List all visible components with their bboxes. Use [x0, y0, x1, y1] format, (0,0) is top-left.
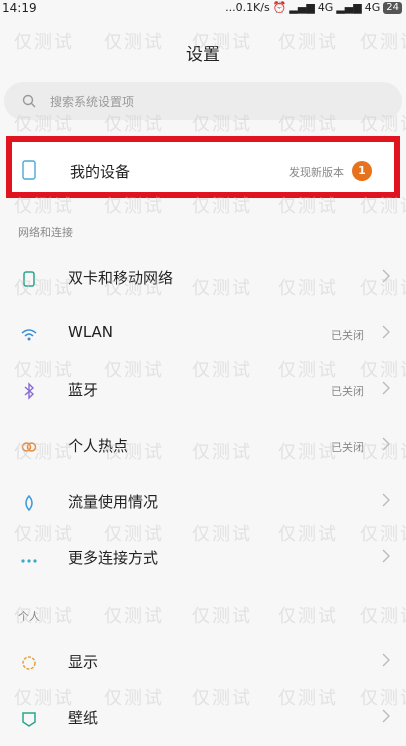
list-item-label: WLAN [68, 323, 114, 341]
list-item-hotspot[interactable]: 个人热点 已关闭 [0, 418, 406, 474]
signal-icon-2: ▂▄▆ [336, 1, 362, 14]
chevron-right-icon [382, 549, 390, 563]
signal-2-label: 4G [364, 1, 381, 14]
watermark-text: 仅测试 [192, 606, 252, 627]
hotspot-icon [21, 442, 37, 452]
chevron-right-icon [382, 653, 390, 667]
watermark-text: 仅测试 [360, 606, 406, 627]
update-badge: 1 [352, 161, 372, 181]
chevron-right-icon [382, 493, 390, 507]
wallpaper-icon [22, 712, 36, 727]
chevron-right-icon [382, 437, 390, 451]
signal-icon: ▂▄▆ [289, 1, 315, 14]
list-item-wlan[interactable]: WLAN 已关闭 [0, 306, 406, 362]
list-item-dual-sim[interactable]: 双卡和移动网络 [0, 250, 406, 306]
list-item-label: 更多连接方式 [68, 549, 159, 567]
page-title: 设置 [186, 45, 220, 65]
more-connections-icon [21, 559, 37, 563]
list-item-bluetooth[interactable]: 蓝牙 已关闭 [0, 362, 406, 418]
chevron-right-icon [382, 709, 390, 723]
chevron-right-icon [382, 381, 390, 395]
list-item-more-connections[interactable]: 更多连接方式 [0, 530, 406, 586]
list-item-value: 已关闭 [331, 385, 364, 398]
list-item-value: 已关闭 [331, 329, 364, 342]
status-time: 14:19 [2, 1, 37, 15]
bluetooth-icon [24, 382, 35, 400]
my-device-item[interactable]: 我的设备 发现新版本 1 [6, 136, 400, 198]
search-placeholder: 搜索系统设置项 [50, 94, 135, 109]
data-usage-icon [25, 494, 33, 512]
section-header-network: 网络和连接 [18, 226, 73, 239]
list-item-label: 蓝牙 [68, 381, 99, 399]
list-item-label: 个人热点 [68, 437, 129, 455]
signal-1-label: 4G [317, 1, 334, 14]
search-bar[interactable]: 搜索系统设置项 [4, 82, 402, 120]
list-item-label: 流量使用情况 [68, 493, 159, 511]
network-speed: ...0.1K/s [225, 1, 270, 14]
watermark-text: 仅测试 [104, 606, 164, 627]
section-header-personal: 个人 [18, 610, 40, 623]
chevron-right-icon [382, 325, 390, 339]
list-item-wallpaper[interactable]: 壁纸 [0, 690, 406, 746]
chevron-right-icon [382, 269, 390, 283]
watermark-text: 仅测试 [278, 606, 338, 627]
list-item-label: 显示 [68, 653, 99, 671]
alarm-icon: ⏰ [272, 1, 287, 14]
wifi-icon [21, 329, 37, 341]
search-icon [22, 94, 36, 108]
list-item-value: 已关闭 [331, 441, 364, 454]
new-version-status: 发现新版本 [289, 166, 344, 179]
status-indicators: ...0.1K/s ⏰ ▂▄▆ 4G ▂▄▆ 4G 24 [225, 1, 402, 14]
list-item-label: 双卡和移动网络 [68, 269, 174, 287]
battery-icon: 24 [383, 1, 402, 14]
sim-card-icon [23, 271, 35, 287]
status-bar: 14:19 ...0.1K/s ⏰ ▂▄▆ 4G ▂▄▆ 4G 24 [0, 0, 406, 18]
list-item-label: 壁纸 [68, 709, 99, 727]
list-item-display[interactable]: 显示 [0, 634, 406, 690]
my-device-label: 我的设备 [70, 163, 131, 181]
phone-icon [22, 160, 36, 180]
display-icon [22, 656, 36, 670]
list-item-data-usage[interactable]: 流量使用情况 [0, 474, 406, 530]
